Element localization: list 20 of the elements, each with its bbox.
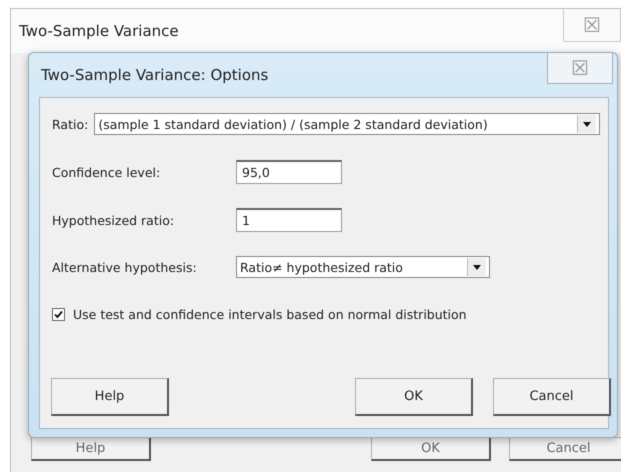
dialog-title: Two-Sample Variance: Options [41,66,268,84]
input-field[interactable]: 1 [236,208,342,232]
help-button[interactable]: Help [51,378,169,416]
caret-icon [583,122,592,126]
cancel-button[interactable]: Cancel [509,437,621,461]
ok-button[interactable]: OK [355,378,473,416]
checkbox[interactable] [52,308,65,321]
caret-icon [473,264,481,270]
input-field[interactable]: 95,0 [236,160,342,184]
ok-button[interactable]: OK [371,437,491,461]
checkbox-label: Use test and confidence intervals based on normal distribution [73,307,467,322]
field-label: Confidence level: [52,164,162,180]
help-button[interactable]: Help [31,437,151,461]
window-title: Two-Sample Variance [19,22,179,40]
field-label: Hypothesized ratio: [52,212,176,228]
cancel-button[interactable]: Cancel [493,378,611,416]
ratio-dropdown[interactable]: (sample 1 standard deviation) / (sample 2 standard deviation) [94,113,600,135]
field-label: Alternative hypothesis: [52,260,198,274]
field-label: Ratio: [52,116,88,132]
alternative-dropdown[interactable]: Ratio≠ hypothesized ratio [236,256,490,278]
